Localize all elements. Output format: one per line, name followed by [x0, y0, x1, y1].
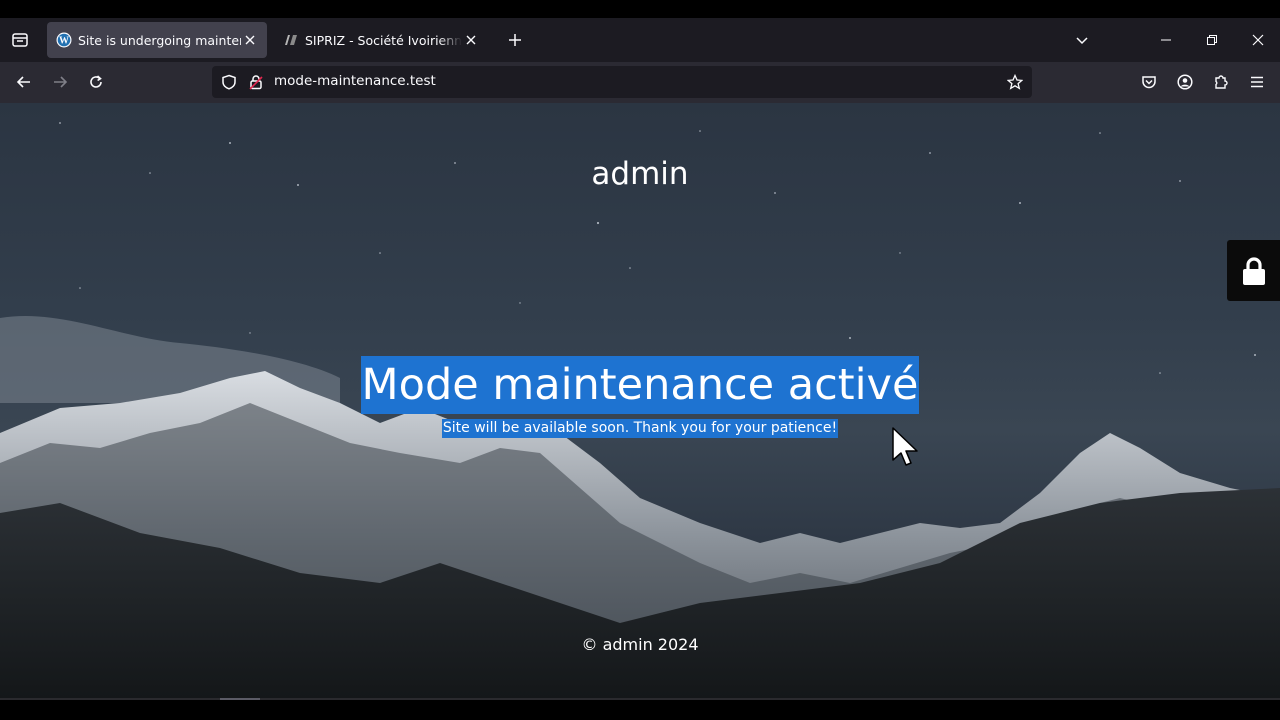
app-menu-button[interactable] — [1242, 68, 1272, 96]
reload-icon — [90, 75, 102, 88]
sipriz-logo-icon — [283, 32, 299, 48]
svg-text:W: W — [59, 36, 69, 47]
tab-title: SIPRIZ - Société Ivoirienne de P — [305, 32, 462, 48]
close-tab-icon[interactable] — [462, 31, 480, 49]
close-icon — [1252, 34, 1264, 46]
admin-login-button[interactable] — [1227, 240, 1280, 301]
bookmark-star-icon[interactable] — [1007, 74, 1023, 90]
maintenance-subtitle: Site will be available soon. Thank you f… — [441, 419, 839, 438]
screen-bottom-edge — [0, 700, 1280, 720]
tab-sipriz[interactable]: SIPRIZ - Société Ivoirienne de P — [274, 22, 488, 58]
puzzle-piece-icon — [1215, 75, 1228, 89]
restore-button[interactable] — [1198, 26, 1226, 54]
maintenance-page: admin Mode maintenance activé Site will … — [0, 103, 1280, 698]
site-title: admin — [591, 156, 689, 192]
chevron-down-icon — [1076, 37, 1088, 45]
extensions-button[interactable] — [1206, 68, 1236, 96]
minimize-icon — [1161, 39, 1171, 41]
arrow-right-icon — [54, 76, 68, 88]
tab-title: Site is undergoing maintenance — [78, 32, 241, 48]
screen-top-edge — [0, 0, 1280, 18]
footer-copyright: © admin 2024 — [581, 635, 699, 654]
url-text[interactable]: mode-maintenance.test — [274, 73, 436, 89]
insecure-lock-icon[interactable] — [248, 74, 264, 90]
navigation-toolbar: mode-maintenance.test — [0, 62, 1280, 104]
close-window-button[interactable] — [1244, 26, 1272, 54]
account-button[interactable] — [1170, 68, 1200, 96]
reload-button[interactable] — [81, 68, 111, 96]
new-tab-button[interactable] — [503, 28, 527, 52]
maintenance-heading: Mode maintenance activé — [360, 356, 920, 414]
arrow-left-icon — [16, 76, 30, 88]
restore-icon — [1207, 35, 1217, 45]
hamburger-menu-icon — [1251, 76, 1263, 88]
shield-icon[interactable] — [221, 74, 237, 90]
plus-icon — [509, 34, 521, 46]
tab-maintenance[interactable]: W Site is undergoing maintenance — [47, 22, 267, 58]
firefox-view-icon — [12, 33, 28, 47]
pocket-icon — [1142, 76, 1156, 89]
address-bar[interactable]: mode-maintenance.test — [212, 66, 1032, 98]
back-button[interactable] — [9, 68, 39, 96]
forward-button[interactable] — [45, 68, 75, 96]
tab-strip: W Site is undergoing maintenance SIPRIZ … — [0, 18, 1280, 62]
close-tab-icon[interactable] — [241, 31, 259, 49]
mouse-pointer-icon — [892, 427, 918, 466]
firefox-view-button[interactable] — [6, 24, 34, 56]
list-all-tabs-button[interactable] — [1070, 28, 1094, 52]
wordpress-icon: W — [56, 32, 72, 48]
pocket-button[interactable] — [1134, 68, 1164, 96]
lock-icon — [1242, 256, 1265, 285]
minimize-button[interactable] — [1152, 26, 1180, 54]
account-icon — [1177, 74, 1193, 90]
